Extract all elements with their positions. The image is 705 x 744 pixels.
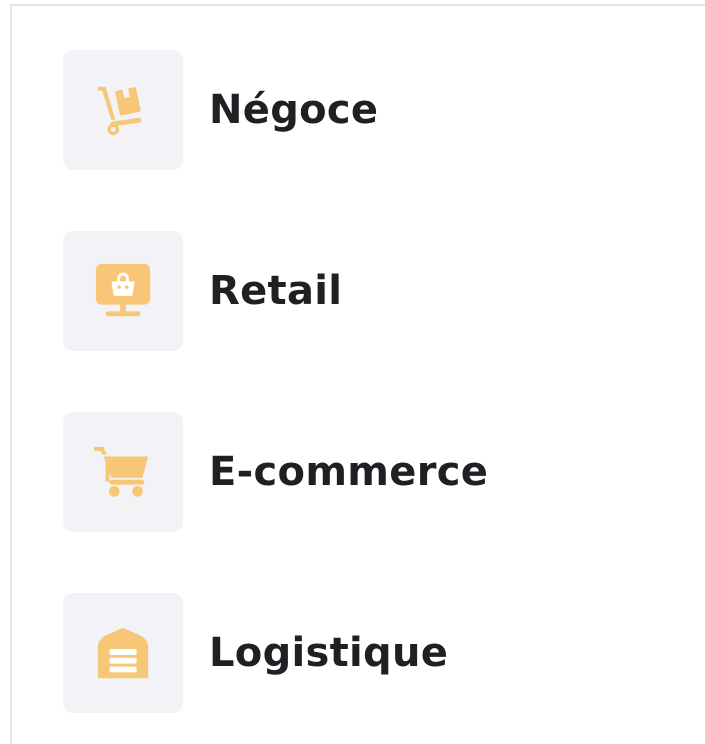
shopping-cart-icon — [93, 446, 149, 497]
sector-panel: Négoce Retail E-commerce Logistique — [10, 4, 705, 744]
hand-truck-box-icon — [97, 86, 142, 136]
icon-tile — [63, 231, 183, 351]
menu-item-logistique[interactable]: Logistique — [63, 593, 683, 713]
menu-item-label: Négoce — [209, 87, 379, 133]
sector-menu: Négoce Retail E-commerce Logistique — [63, 50, 683, 713]
monitor-shopping-bag-icon — [95, 263, 151, 317]
icon-tile — [63, 593, 183, 713]
menu-item-negoce[interactable]: Négoce — [63, 50, 683, 170]
menu-item-ecommerce[interactable]: E-commerce — [63, 412, 683, 532]
menu-item-label: Retail — [209, 268, 343, 314]
warehouse-icon — [97, 627, 149, 679]
icon-tile — [63, 50, 183, 170]
menu-item-label: Logistique — [209, 630, 449, 676]
menu-item-retail[interactable]: Retail — [63, 231, 683, 351]
icon-tile — [63, 412, 183, 532]
menu-item-label: E-commerce — [209, 449, 489, 495]
